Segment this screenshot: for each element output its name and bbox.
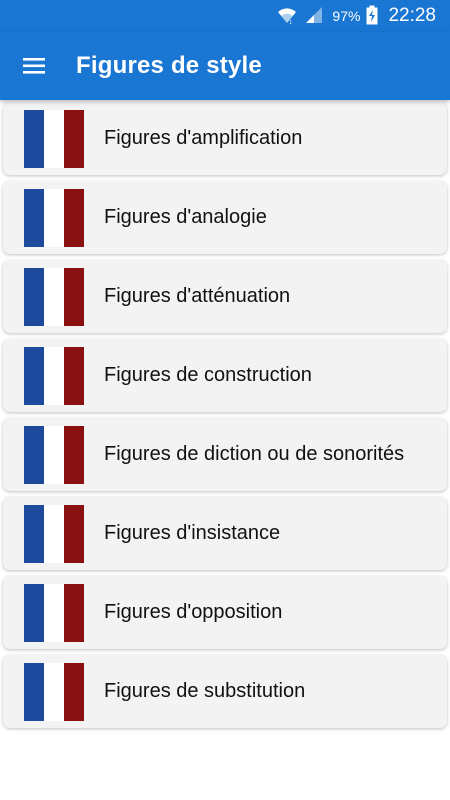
french-flag-icon — [24, 347, 84, 405]
battery-charging-icon — [366, 5, 378, 28]
status-icons: ↕ 97% 22:28 — [276, 0, 436, 32]
list-item-label: Figures d'insistance — [104, 522, 281, 544]
list-item-amplification[interactable]: Figures d'amplification — [3, 102, 447, 175]
wifi-icon: ↕ — [276, 5, 298, 28]
signal-icon — [304, 5, 324, 28]
hamburger-menu-icon[interactable] — [20, 53, 50, 79]
french-flag-icon — [24, 663, 84, 721]
list-item-label: Figures de construction — [104, 364, 312, 386]
list-item-analogie[interactable]: Figures d'analogie — [3, 181, 447, 254]
french-flag-icon — [24, 426, 84, 484]
list-item-label: Figures d'analogie — [104, 206, 267, 228]
svg-text:↕: ↕ — [289, 19, 293, 25]
list-item-label: Figures d'amplification — [104, 127, 303, 149]
french-flag-icon — [24, 584, 84, 642]
app-bar: Figures de style — [0, 32, 450, 100]
clock: 22:28 — [388, 5, 436, 26]
list-item-substitution[interactable]: Figures de substitution — [3, 655, 447, 728]
list-item-attenuation[interactable]: Figures d'atténuation — [3, 260, 447, 333]
list-item-construction[interactable]: Figures de construction — [3, 339, 447, 412]
french-flag-icon — [24, 268, 84, 326]
battery-percent: 97% — [332, 8, 361, 24]
status-bar: ↕ 97% 22:28 — [0, 0, 450, 32]
list-item-label: Figures de substitution — [104, 680, 306, 702]
list-item-label: Figures d'opposition — [104, 601, 283, 623]
list-item-insistance[interactable]: Figures d'insistance — [3, 497, 447, 570]
french-flag-icon — [24, 505, 84, 563]
list-item-label: Figures d'atténuation — [104, 285, 291, 307]
list-item-diction[interactable]: Figures de diction ou de sonorités — [3, 418, 447, 491]
french-flag-icon — [24, 189, 84, 247]
page-title: Figures de style — [76, 52, 262, 79]
list-item-label: Figures de diction ou de sonorités — [104, 443, 405, 465]
list-item-opposition[interactable]: Figures d'opposition — [3, 576, 447, 649]
french-flag-icon — [24, 110, 84, 168]
